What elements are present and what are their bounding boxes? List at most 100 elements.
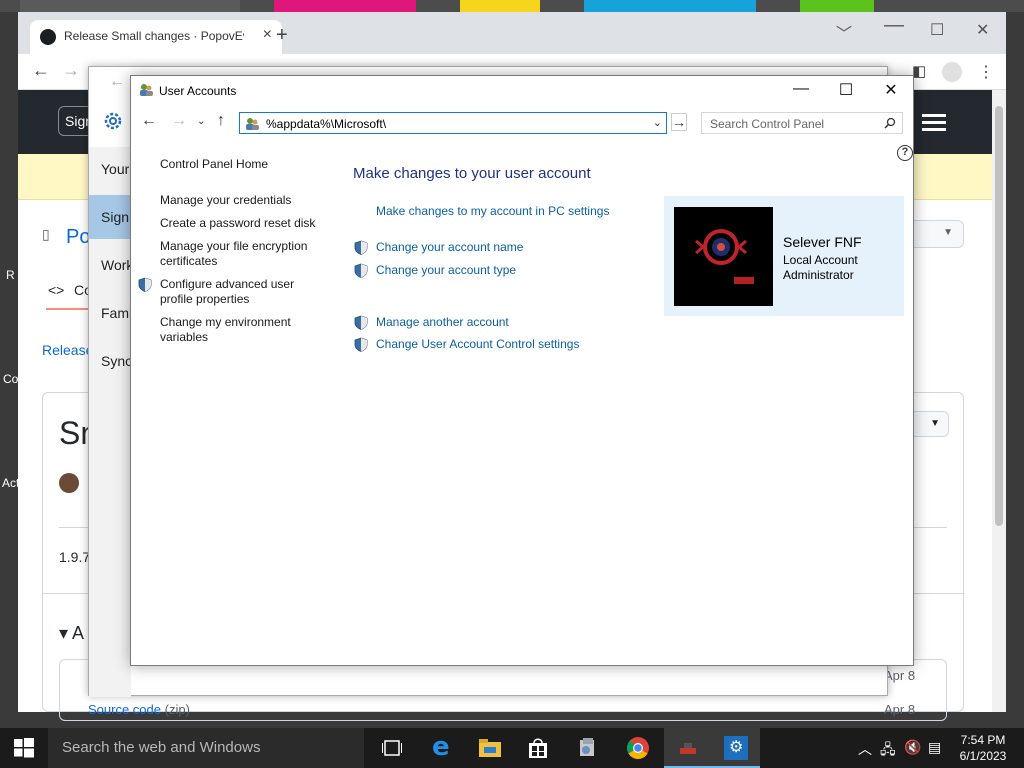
assets-heading[interactable]: ▾ A [59,623,84,644]
tab-search-icon[interactable]: ﹀ [836,20,852,44]
tab-close-icon[interactable]: × [263,26,272,44]
back-icon[interactable]: ← [141,112,157,130]
profile-icon[interactable] [942,62,962,82]
taskbar: e ⚙ ︿ 🖧 🔇 ▤ 7:54 PM 6/1/2023 [0,728,1024,768]
repo-name[interactable]: Po [66,226,90,249]
chrome-tab[interactable]: Release Small changes · PopovEv × [30,20,282,54]
task-view-icon[interactable] [368,728,416,768]
chrome-tab-bar: Release Small changes · PopovEv × + ﹀ — … [18,12,1006,54]
control-panel-home-link[interactable]: Control Panel Home [160,157,268,171]
settings-nav-item[interactable]: Fami [101,305,132,321]
clock[interactable]: 7:54 PM 6/1/2023 [950,732,1016,764]
code-icon: <> [48,282,65,298]
asset-date: Apr 8 [884,702,916,717]
action-center-icon[interactable]: ▤ [928,739,941,756]
account-type: Local Account [783,253,858,267]
pc-settings-link[interactable]: Make changes to my account in PC setting… [376,204,609,218]
desktop-label: R [6,268,15,282]
uac-shield-icon [354,337,368,352]
search-input[interactable] [708,116,878,132]
volume-muted-icon[interactable]: 🔇 [904,739,921,756]
desktop-top-strip [0,0,1024,12]
file-encryption-link[interactable]: Manage your file encryption certificates [160,239,320,269]
account-card: Selever FNF Local Account Administrator [664,196,904,316]
chevron-down-icon[interactable]: ⌄ [653,116,662,129]
tab-title: Release Small changes · PopovEv [64,29,244,43]
user-accounts-window: User Accounts — ☐ ✕ ← → ⌄ ↑ %appdata%\Mi… [130,75,914,666]
hamburger-menu-icon[interactable] [922,114,946,135]
settings-nav-item[interactable]: Sign [101,209,129,225]
source-code-link[interactable]: Source code (zip) [88,702,190,717]
network-icon[interactable]: 🖧 [880,739,896,763]
github-icon [40,29,56,45]
up-icon[interactable]: ↑ [217,112,225,130]
clock-date: 6/1/2023 [959,749,1007,763]
chrome-icon[interactable] [614,728,662,768]
asset-date: Apr 8 [884,668,916,683]
forward-icon[interactable]: → [171,112,187,130]
windows-start-icon[interactable] [14,738,34,758]
back-icon[interactable]: ← [32,60,50,81]
advanced-profile-link[interactable]: Configure advanced user profile properti… [160,277,320,307]
manage-credentials-link[interactable]: Manage your credentials [160,193,291,207]
environment-variables-link[interactable]: Change my environment variables [160,315,320,345]
close-button[interactable]: ✕ [868,80,914,100]
minimize-icon[interactable]: — [884,14,904,37]
settings-nav: Your Sign Work Fami Sync [89,147,133,697]
uac-shield-icon [138,277,152,292]
page-heading: Make changes to your user account [353,165,591,182]
help-icon[interactable]: ? [897,145,913,161]
password-reset-disk-link[interactable]: Create a password reset disk [160,216,315,230]
store-icon[interactable] [514,728,562,768]
taskbar-search-input[interactable] [60,738,350,757]
address-bar[interactable]: %appdata%\Microsoft\ ⌄ [239,112,667,134]
page-scrollbar[interactable] [992,90,1006,712]
show-hidden-icons[interactable]: ︿ [858,739,872,759]
account-role: Administrator [783,268,854,282]
release-menu-button[interactable]: ▼ [909,411,949,437]
desktop-label: Act [2,476,20,490]
uac-shield-icon [354,240,368,255]
release-version: 1.9.7 [59,549,91,565]
user-accounts-icon [140,84,153,96]
app-icon-red[interactable] [664,728,712,768]
account-picture [674,207,773,306]
account-name: Selever FNF [783,234,862,250]
menu-kebab-icon[interactable]: ⋮ [978,62,994,82]
uac-shield-icon [354,315,368,330]
desktop-label: Co [3,372,19,386]
settings-app-icon[interactable]: ⚙ [712,728,760,768]
search-icon[interactable] [884,117,896,129]
settings-nav-item[interactable]: Your [101,161,129,177]
settings-gear-icon [104,112,122,130]
go-arrow-icon[interactable]: → [671,113,687,131]
file-explorer-icon[interactable] [466,728,514,768]
edge-icon[interactable]: e [418,728,466,768]
repo-icon: ▯ [42,226,50,242]
restore-icon[interactable]: ☐ [930,20,944,40]
new-tab-button[interactable]: + [276,24,288,47]
settings-nav-item[interactable]: Sync [101,353,132,369]
recent-locations-icon[interactable]: ⌄ [197,116,205,127]
address-row: ← → ⌄ ↑ %appdata%\Microsoft\ ⌄ → [131,110,913,138]
settings-back-icon[interactable]: ← [109,73,125,91]
control-panel-icon[interactable] [564,728,612,768]
avatar [59,473,79,493]
address-text: %appdata%\Microsoft\ [266,117,387,131]
window-title: User Accounts [159,84,237,98]
uac-shield-icon [354,263,368,278]
change-account-name-link[interactable]: Change your account name [376,240,523,254]
breadcrumb[interactable]: Release [42,342,93,358]
minimize-button[interactable]: — [778,80,824,98]
forward-icon[interactable]: → [62,60,80,81]
sidebar-icon[interactable]: ◧ [912,62,926,80]
change-account-type-link[interactable]: Change your account type [376,263,516,277]
user-accounts-icon [246,118,259,130]
manage-another-account-link[interactable]: Manage another account [376,315,509,329]
settings-nav-item[interactable]: Work [101,257,133,273]
maximize-button[interactable]: ☐ [823,80,869,100]
close-icon[interactable]: ✕ [976,20,989,40]
search-box[interactable] [701,112,903,134]
taskbar-search[interactable] [48,728,364,768]
uac-settings-link[interactable]: Change User Account Control settings [376,337,579,351]
